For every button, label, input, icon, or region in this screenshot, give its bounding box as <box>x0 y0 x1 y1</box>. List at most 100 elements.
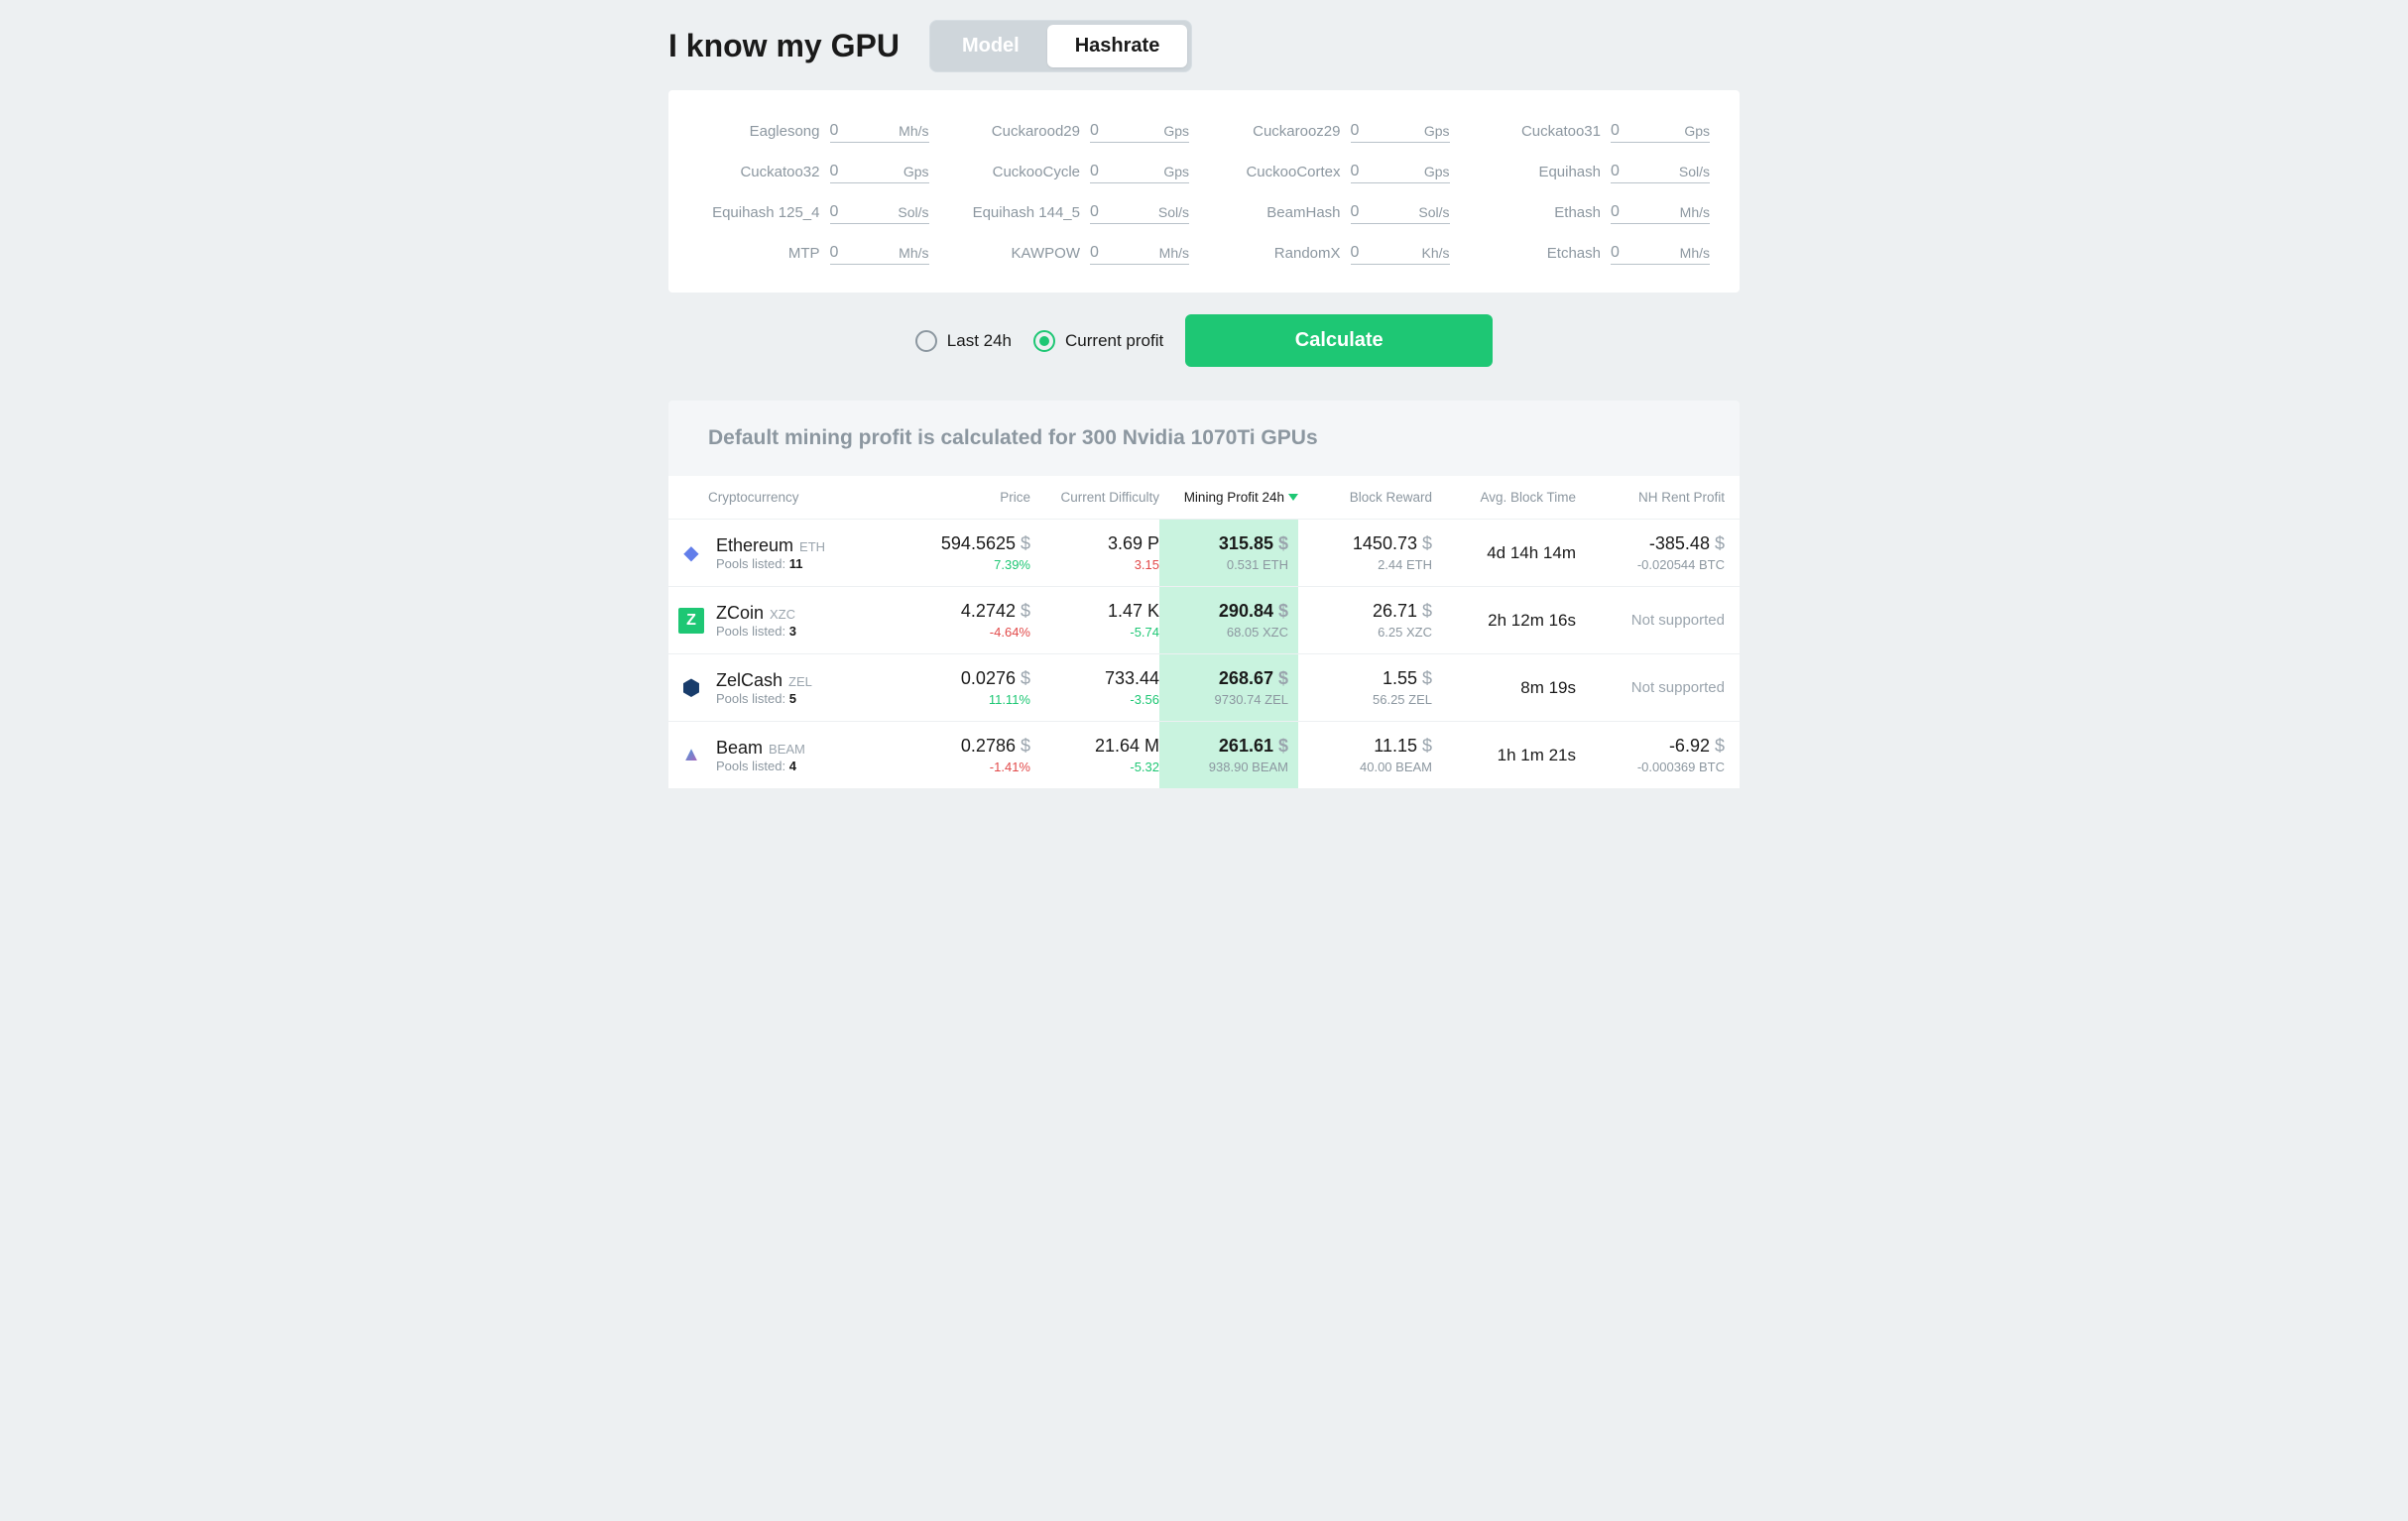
hashrate-field: Cuckatoo31 Gps <box>1480 120 1711 143</box>
hashrate-input[interactable] <box>1611 120 1666 142</box>
price-cell: 0.0276 $11.11% <box>916 668 1030 707</box>
hashrate-input[interactable] <box>1611 161 1666 182</box>
col-price[interactable]: Price <box>916 490 1030 505</box>
hashrate-label: Cuckarood29 <box>992 123 1080 140</box>
nh-rent-cell: Not supported <box>1576 612 1725 630</box>
hashrate-field: Equihash 125_4Sol/s <box>698 201 929 224</box>
hashrate-label: BeamHash <box>1266 204 1340 221</box>
hashrate-field: CuckooCycle Gps <box>959 161 1190 183</box>
hashrate-unit: Mh/s <box>1666 204 1710 220</box>
coin-name: Ethereum <box>716 535 793 556</box>
pools-listed: Pools listed: 11 <box>716 556 825 571</box>
hashrate-label: CuckooCycle <box>993 164 1080 180</box>
hashrate-input[interactable] <box>1351 120 1406 142</box>
hashrate-label: RandomX <box>1274 245 1341 262</box>
hashrate-field: Equihash 144_5Sol/s <box>959 201 1190 224</box>
zelcash-icon: ⬢ <box>678 675 704 701</box>
hashrate-label: Eaglesong <box>750 123 820 140</box>
toggle-model[interactable]: Model <box>934 25 1047 67</box>
hashrate-field: Cuckarooz29Gps <box>1219 120 1450 143</box>
coin-name: ZCoin <box>716 603 764 624</box>
hashrate-label: CuckooCortex <box>1246 164 1340 180</box>
hashrate-field: BeamHash Sol/s <box>1219 201 1450 224</box>
pools-listed: Pools listed: 5 <box>716 691 812 706</box>
hashrate-input[interactable] <box>1090 201 1145 223</box>
col-nh-rent-profit[interactable]: NH Rent Profit <box>1576 490 1725 505</box>
ethereum-icon: ◆ <box>678 540 704 566</box>
table-row[interactable]: ⬢ ZelCash ZEL Pools listed: 5 0.0276 $11.11%… <box>668 653 1740 721</box>
hashrate-unit: Gps <box>886 164 929 179</box>
col-difficulty[interactable]: Current Difficulty <box>1030 490 1159 505</box>
hashrate-unit: Sol/s <box>1406 204 1450 220</box>
hashrate-unit: Sol/s <box>1666 164 1710 179</box>
hashrate-field: Cuckatoo32 Gps <box>698 161 929 183</box>
hashrate-input[interactable] <box>1090 161 1145 182</box>
difficulty-cell: 733.44-3.56 <box>1030 668 1159 707</box>
radio-icon <box>915 330 937 352</box>
table-row[interactable]: ZZCoinXZCPools listed: 34.2742 $-4.64%1.… <box>668 586 1740 653</box>
radio-icon <box>1033 330 1055 352</box>
hashrate-input[interactable] <box>830 161 886 182</box>
hashrate-input[interactable] <box>1090 242 1145 264</box>
block-reward-cell: 11.15 $40.00 BEAM <box>1298 736 1432 774</box>
results-table: Cryptocurrency Price Current Difficulty … <box>668 476 1740 788</box>
col-mining-profit[interactable]: Mining Profit 24h <box>1159 490 1298 505</box>
coin-symbol: ZEL <box>788 674 812 689</box>
hashrate-input[interactable] <box>1611 242 1666 264</box>
hashrate-input[interactable] <box>1090 120 1145 142</box>
page-title: I know my GPU <box>668 28 900 64</box>
coin-symbol: XZC <box>770 607 795 622</box>
coin-name: ZelCash <box>716 670 783 691</box>
hashrate-field: Equihash Sol/s <box>1480 161 1711 183</box>
radio-label: Current profit <box>1065 331 1163 351</box>
block-reward-cell: 26.71 $6.25 XZC <box>1298 601 1432 640</box>
block-time-cell: 8m 19s <box>1432 678 1576 698</box>
hashrate-field: EthashMh/s <box>1480 201 1711 224</box>
toggle-hashrate[interactable]: Hashrate <box>1047 25 1188 67</box>
hashrate-field: Etchash Mh/s <box>1480 242 1711 265</box>
hashrate-input[interactable] <box>830 201 886 223</box>
radio-current-profit[interactable]: Current profit <box>1033 330 1163 352</box>
hashrate-field: MTP Mh/s <box>698 242 929 265</box>
hashrate-label: Equihash <box>1538 164 1601 180</box>
price-cell: 4.2742 $-4.64% <box>916 601 1030 640</box>
hashrate-unit: Mh/s <box>886 245 929 261</box>
hashrate-card: EaglesongMh/sCuckarood29GpsCuckarooz29Gp… <box>668 90 1740 292</box>
col-block-reward[interactable]: Block Reward <box>1298 490 1432 505</box>
hashrate-unit: Gps <box>1145 164 1189 179</box>
price-cell: 594.5625 $7.39% <box>916 533 1030 572</box>
hashrate-label: MTP <box>788 245 820 262</box>
beam-icon: ▲ <box>678 743 704 768</box>
hashrate-label: Cuckatoo32 <box>740 164 819 180</box>
hashrate-unit: Gps <box>1406 164 1450 179</box>
hashrate-unit: Kh/s <box>1406 245 1450 261</box>
hashrate-input[interactable] <box>830 242 886 264</box>
col-avg-block-time[interactable]: Avg. Block Time <box>1432 490 1576 505</box>
table-row[interactable]: ▲BeamBEAMPools listed: 40.2786 $-1.41%21… <box>668 721 1740 788</box>
block-time-cell: 2h 12m 16s <box>1432 611 1576 631</box>
hashrate-label: Cuckarooz29 <box>1253 123 1340 140</box>
radio-label: Last 24h <box>947 331 1012 351</box>
hashrate-unit: Mh/s <box>1666 245 1710 261</box>
pools-listed: Pools listed: 3 <box>716 624 796 639</box>
hashrate-label: Cuckatoo31 <box>1521 123 1601 140</box>
hashrate-input[interactable] <box>1351 161 1406 182</box>
coin-symbol: ETH <box>799 539 825 554</box>
col-cryptocurrency[interactable]: Cryptocurrency <box>708 490 916 505</box>
hashrate-input[interactable] <box>1351 242 1406 264</box>
radio-last-24h[interactable]: Last 24h <box>915 330 1012 352</box>
calculate-button[interactable]: Calculate <box>1185 314 1493 367</box>
table-row[interactable]: ◆ Ethereum ETH Pools listed: 11 594.5625 $7.… <box>668 519 1740 586</box>
hashrate-unit: Gps <box>1666 123 1710 139</box>
hashrate-input[interactable] <box>1351 201 1406 223</box>
nh-rent-cell: Not supported <box>1576 679 1725 697</box>
mining-profit-cell: 261.61 $938.90 BEAM <box>1159 722 1298 788</box>
hashrate-field: CuckooCortex Gps <box>1219 161 1450 183</box>
mining-profit-cell: 268.67 $9730.74 ZEL <box>1159 654 1298 721</box>
hashrate-label: Etchash <box>1547 245 1601 262</box>
block-reward-cell: 1.55 $56.25 ZEL <box>1298 668 1432 707</box>
hashrate-label: Equihash 125_4 <box>712 204 819 221</box>
hashrate-input[interactable] <box>830 120 886 142</box>
hashrate-input[interactable] <box>1611 201 1666 223</box>
hashrate-label: Equihash 144_5 <box>973 204 1080 221</box>
